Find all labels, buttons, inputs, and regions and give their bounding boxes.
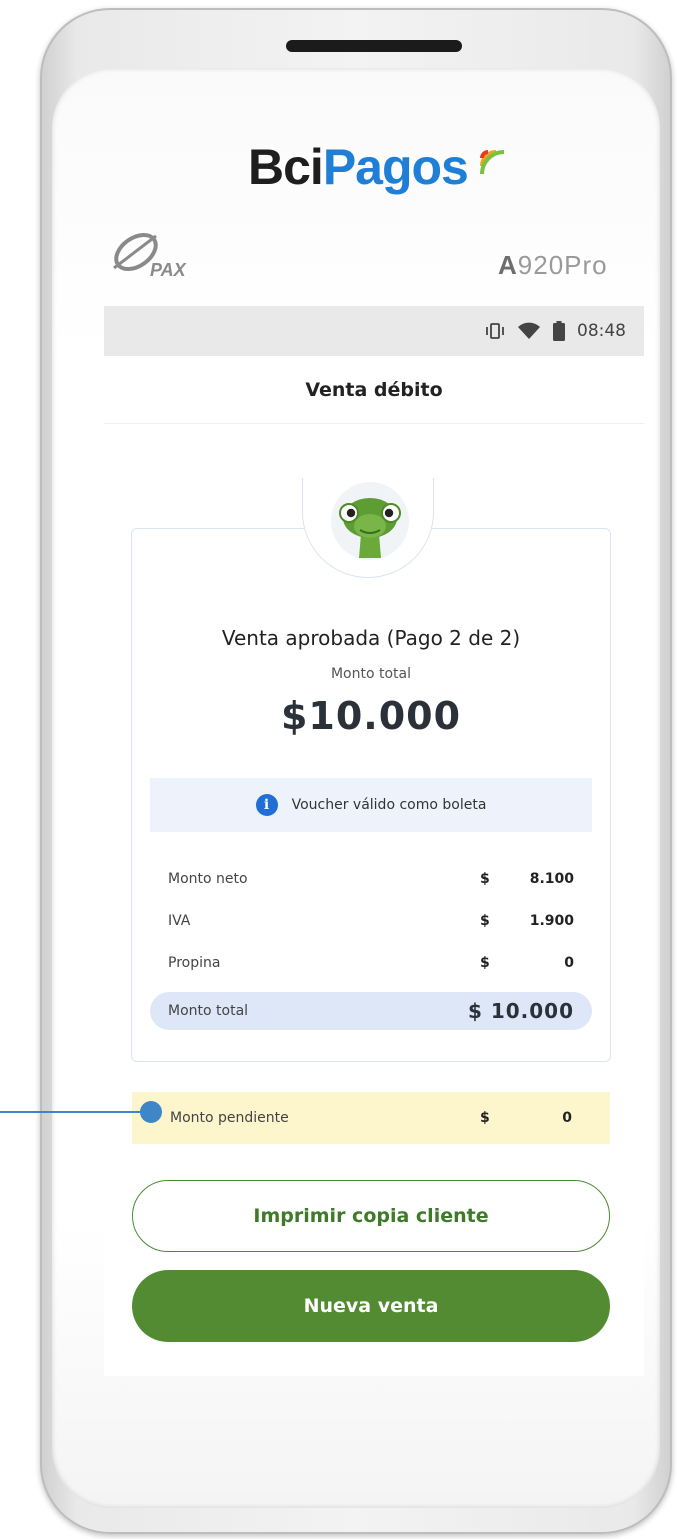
- wifi-icon: [517, 322, 541, 340]
- brand-logo-pagos: Pagos: [322, 139, 469, 195]
- vibrate-icon: [485, 322, 505, 340]
- pending-value: 0: [562, 1110, 572, 1126]
- voucher-info-text: Voucher válido como boleta: [291, 797, 487, 813]
- row-value: 8.100: [529, 871, 574, 887]
- signal-arcs-icon: [480, 150, 505, 175]
- total-row-value: $ 10.000: [467, 999, 574, 1023]
- voucher-info-banner: i Voucher válido como boleta: [150, 778, 592, 832]
- row-label: Propina: [168, 955, 221, 971]
- battery-icon: [553, 321, 565, 341]
- turtle-mascot-icon: [331, 482, 409, 560]
- device-model-suffix: 920Pro: [517, 250, 608, 280]
- total-label: Monto total: [330, 666, 412, 682]
- pending-amount-row: Monto pendiente $ 0: [132, 1092, 610, 1144]
- total-amount: $10.000: [280, 694, 462, 738]
- new-sale-button[interactable]: Nueva venta: [132, 1270, 610, 1342]
- app-screen: 08:48 Venta débito Venta aprobada (Pago …: [104, 306, 644, 1376]
- row-value: 0: [564, 955, 574, 971]
- device-model: A920Pro: [498, 250, 608, 281]
- row-value: 1.900: [529, 913, 574, 929]
- breakdown-row: IVA $ 1.900: [150, 902, 592, 940]
- pax-logo: PAX: [106, 228, 236, 292]
- receipt-title: Venta aprobada (Pago 2 de 2): [221, 626, 521, 650]
- pending-label: Monto pendiente: [170, 1110, 289, 1126]
- annotation-line: [0, 1111, 150, 1113]
- status-time: 08:48: [577, 321, 626, 341]
- row-currency: $: [480, 955, 490, 971]
- pax-logo-text: PAX: [150, 260, 187, 280]
- brand-logo-bci: Bci: [248, 139, 324, 195]
- total-row: Monto total $ 10.000: [150, 992, 592, 1030]
- annotation-dot: [140, 1101, 162, 1123]
- info-icon: i: [255, 794, 278, 816]
- print-copy-button[interactable]: Imprimir copia cliente: [132, 1180, 610, 1252]
- breakdown-row: Monto neto $ 8.100: [150, 860, 592, 898]
- device-speaker: [286, 40, 462, 52]
- row-currency: $: [480, 913, 490, 929]
- total-row-label: Monto total: [168, 1003, 249, 1019]
- brand-logo: BciPagos: [248, 138, 469, 208]
- status-bar: 08:48: [104, 306, 644, 356]
- row-label: IVA: [168, 913, 191, 929]
- breakdown-row: Propina $ 0: [150, 944, 592, 982]
- app-bar-title: Venta débito: [104, 356, 644, 424]
- row-currency: $: [480, 871, 490, 887]
- pending-currency: $: [480, 1110, 490, 1126]
- row-label: Monto neto: [168, 871, 248, 887]
- device-model-prefix: A: [498, 250, 518, 280]
